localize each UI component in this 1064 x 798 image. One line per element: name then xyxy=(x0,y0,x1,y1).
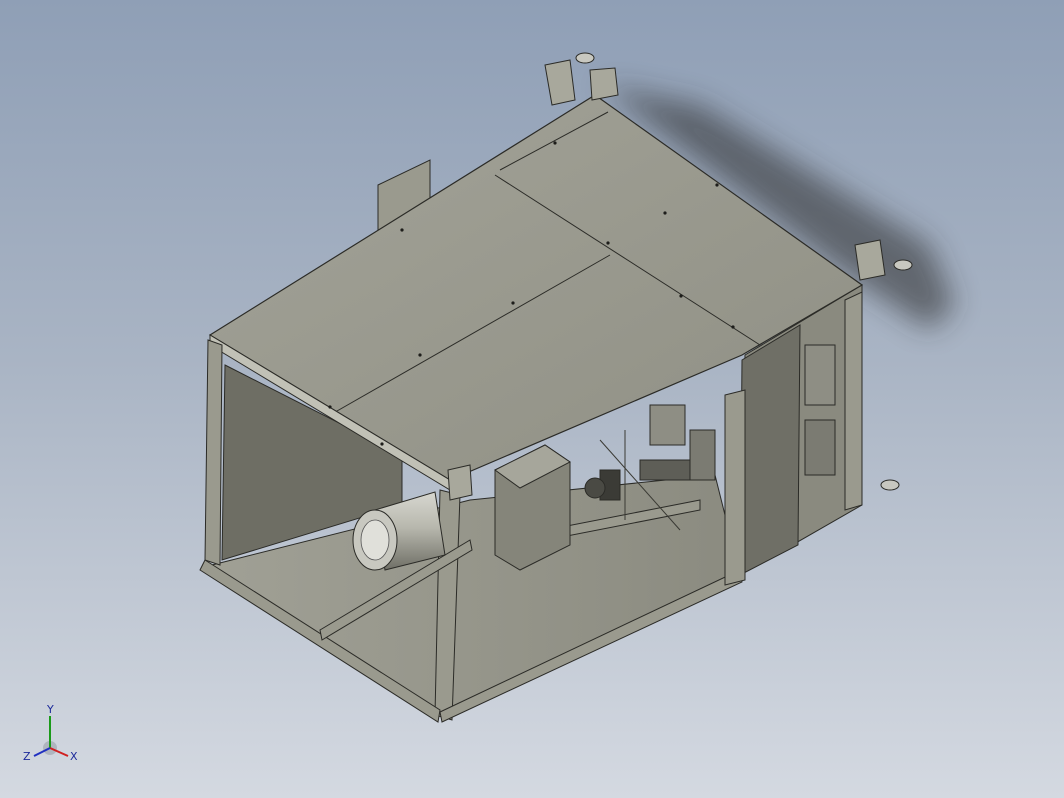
right-door-panel xyxy=(739,324,801,576)
graphics-viewport[interactable]: Y X Z xyxy=(0,0,1064,798)
y-axis-label: Y xyxy=(46,703,54,716)
view-orientation-triad[interactable]: Y X Z xyxy=(20,700,90,770)
cad-model[interactable] xyxy=(0,0,1064,798)
x-axis-label: X xyxy=(70,750,78,763)
z-axis-label: Z xyxy=(23,750,31,763)
